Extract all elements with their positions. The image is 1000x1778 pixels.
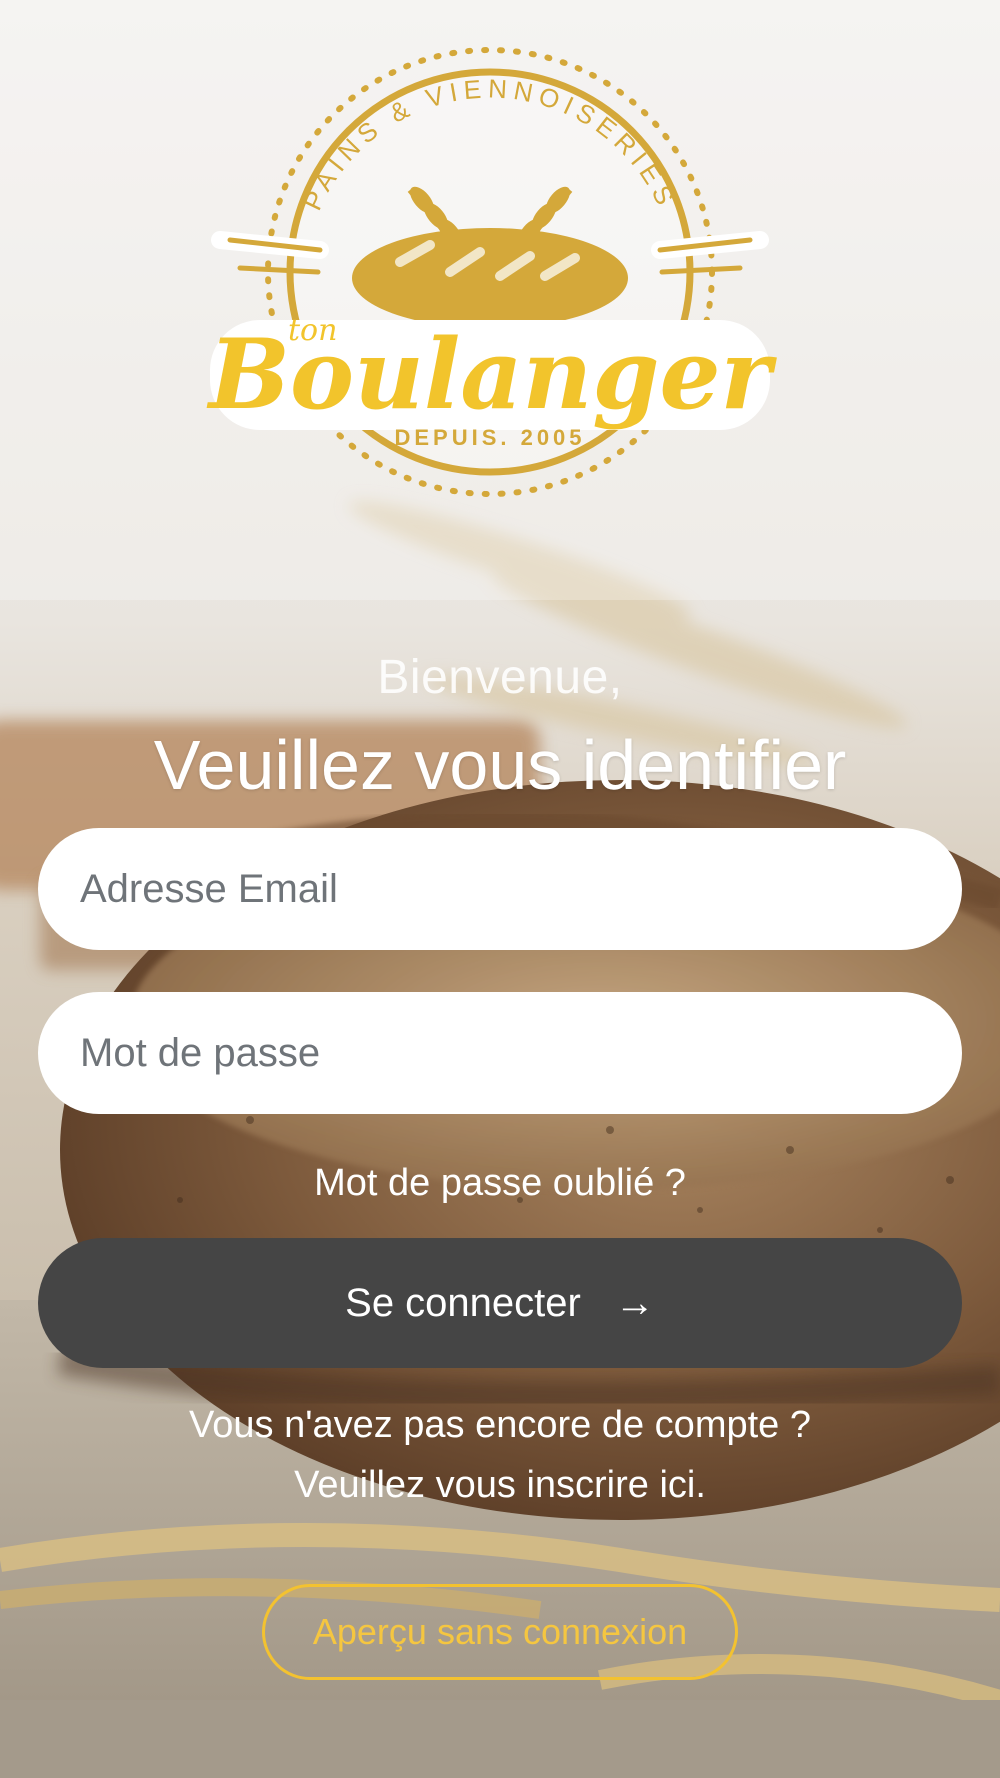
login-button-label: Se connecter (345, 1280, 581, 1325)
preview-without-login-button[interactable]: Aperçu sans connexion (262, 1584, 738, 1680)
preview-button-label: Aperçu sans connexion (312, 1611, 688, 1652)
arrow-right-icon: → (614, 1281, 655, 1325)
brand-logo: PAINS & VIENNOISERIES ton Boulanger DEPU… (200, 40, 780, 520)
signup-question: Vous n'avez pas encore de compte ? (189, 1404, 811, 1446)
page-title: Veuillez vous identifier (153, 726, 847, 804)
email-field[interactable] (38, 828, 962, 950)
welcome-text: Bienvenue, (377, 651, 623, 704)
forgot-password-link[interactable]: Mot de passe oublié ? (0, 1162, 1000, 1205)
signup-section: Vous n'avez pas encore de compte ? Veuil… (0, 1395, 1000, 1515)
logo-brand-text: Boulanger (206, 318, 778, 431)
logo-since-text: DEPUIS. 2005 (394, 425, 585, 450)
password-input[interactable] (78, 1029, 922, 1077)
email-input[interactable] (78, 865, 922, 913)
login-button[interactable]: Se connecter → (38, 1238, 962, 1368)
signup-link[interactable]: Veuillez vous inscrire ici. (0, 1455, 1000, 1515)
password-field[interactable] (38, 992, 962, 1114)
